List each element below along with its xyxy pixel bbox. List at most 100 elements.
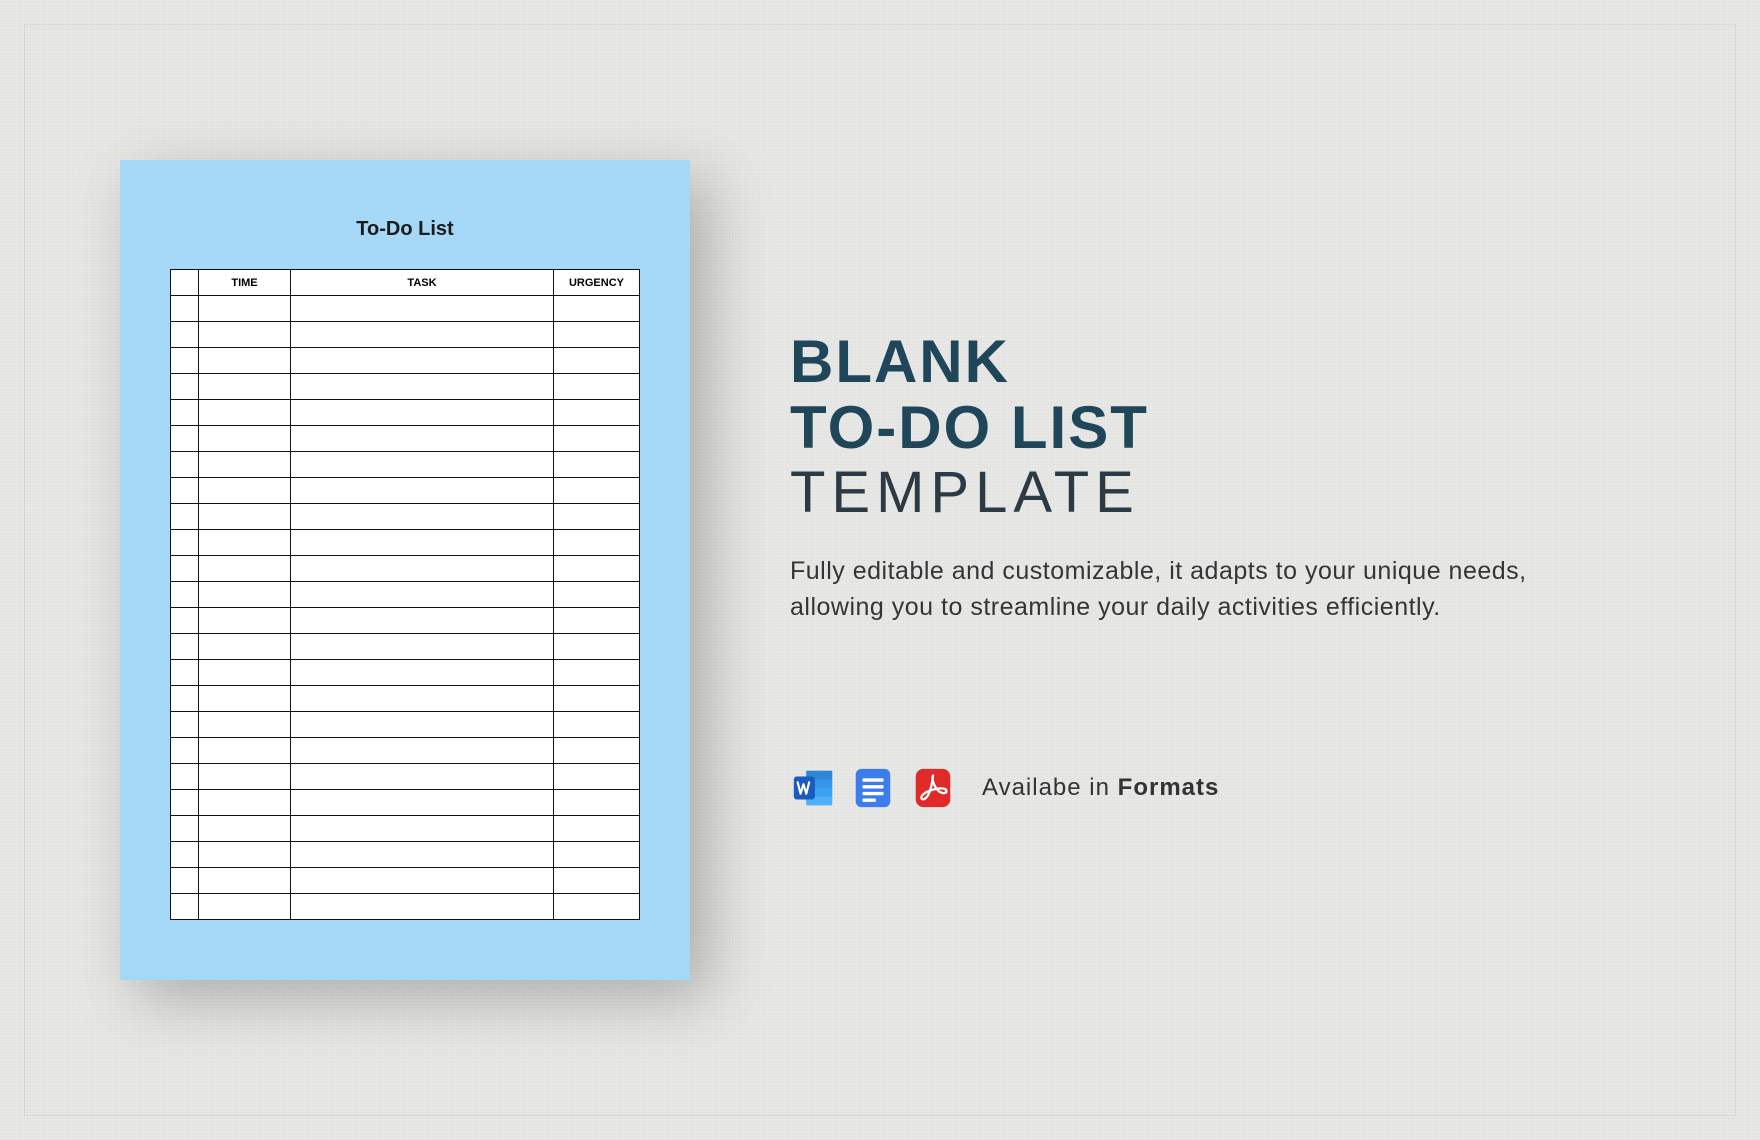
col-header-time: TIME bbox=[199, 270, 291, 296]
table-cell bbox=[291, 348, 554, 374]
table-cell bbox=[199, 738, 291, 764]
table-cell bbox=[171, 478, 199, 504]
pdf-icon bbox=[910, 765, 956, 811]
table-cell bbox=[171, 556, 199, 582]
heading-line-3: TEMPLATE bbox=[790, 461, 1550, 525]
table-header-row: TIME TASK URGENCY bbox=[171, 270, 640, 296]
heading-line-1: BLANK bbox=[790, 328, 1010, 395]
table-cell bbox=[554, 374, 640, 400]
google-docs-icon bbox=[850, 765, 896, 811]
table-cell bbox=[171, 712, 199, 738]
document-title: To-Do List bbox=[356, 218, 453, 241]
table-cell bbox=[291, 530, 554, 556]
table-cell bbox=[291, 712, 554, 738]
table-cell bbox=[199, 790, 291, 816]
table-cell bbox=[554, 504, 640, 530]
col-header-check bbox=[171, 270, 199, 296]
table-row bbox=[171, 842, 640, 868]
table-cell bbox=[199, 764, 291, 790]
table-cell bbox=[554, 712, 640, 738]
table-row bbox=[171, 790, 640, 816]
table-row bbox=[171, 634, 640, 660]
table-row bbox=[171, 556, 640, 582]
formats-label-bold: Formats bbox=[1118, 774, 1220, 801]
table-cell bbox=[199, 426, 291, 452]
table-cell bbox=[554, 686, 640, 712]
table-cell bbox=[291, 556, 554, 582]
table-row bbox=[171, 816, 640, 842]
table-row bbox=[171, 322, 640, 348]
table-row bbox=[171, 348, 640, 374]
table-cell bbox=[554, 556, 640, 582]
table-row bbox=[171, 400, 640, 426]
table-cell bbox=[171, 322, 199, 348]
table-cell bbox=[171, 374, 199, 400]
table-cell bbox=[171, 868, 199, 894]
table-cell bbox=[554, 764, 640, 790]
table-cell bbox=[554, 790, 640, 816]
table-cell bbox=[554, 842, 640, 868]
table-row bbox=[171, 426, 640, 452]
table-cell bbox=[291, 452, 554, 478]
table-cell bbox=[171, 582, 199, 608]
table-cell bbox=[171, 738, 199, 764]
table-cell bbox=[291, 634, 554, 660]
table-cell bbox=[199, 322, 291, 348]
table-cell bbox=[199, 634, 291, 660]
table-row bbox=[171, 738, 640, 764]
word-icon bbox=[790, 765, 836, 811]
table-cell bbox=[199, 452, 291, 478]
table-cell bbox=[554, 738, 640, 764]
table-cell bbox=[554, 322, 640, 348]
table-cell bbox=[171, 426, 199, 452]
todo-table: TIME TASK URGENCY bbox=[170, 269, 640, 920]
table-cell bbox=[554, 608, 640, 634]
table-cell bbox=[171, 816, 199, 842]
table-cell bbox=[199, 686, 291, 712]
table-cell bbox=[554, 530, 640, 556]
table-cell bbox=[554, 400, 640, 426]
table-cell bbox=[554, 478, 640, 504]
table-cell bbox=[199, 894, 291, 920]
table-cell bbox=[291, 764, 554, 790]
table-row bbox=[171, 608, 640, 634]
table-cell bbox=[171, 894, 199, 920]
table-cell bbox=[291, 868, 554, 894]
table-cell bbox=[199, 660, 291, 686]
table-cell bbox=[199, 400, 291, 426]
table-cell bbox=[171, 504, 199, 530]
table-cell bbox=[554, 582, 640, 608]
table-cell bbox=[171, 842, 199, 868]
table-cell bbox=[291, 582, 554, 608]
table-cell bbox=[291, 426, 554, 452]
table-row bbox=[171, 504, 640, 530]
page: To-Do List TIME TASK URGENCY bbox=[120, 160, 690, 980]
formats-row: Availabe in Formats bbox=[790, 765, 1550, 811]
template-preview: To-Do List TIME TASK URGENCY bbox=[120, 160, 690, 980]
table-cell bbox=[554, 868, 640, 894]
table-row bbox=[171, 296, 640, 322]
formats-label-prefix: Availabe in bbox=[982, 774, 1118, 801]
table-cell bbox=[171, 400, 199, 426]
table-row bbox=[171, 764, 640, 790]
table-cell bbox=[199, 374, 291, 400]
table-cell bbox=[171, 530, 199, 556]
table-cell bbox=[199, 816, 291, 842]
table-cell bbox=[199, 530, 291, 556]
heading: BLANK TO-DO LIST TEMPLATE bbox=[790, 329, 1550, 525]
table-cell bbox=[171, 764, 199, 790]
table-cell bbox=[199, 296, 291, 322]
table-cell bbox=[291, 842, 554, 868]
table-row bbox=[171, 894, 640, 920]
table-cell bbox=[199, 842, 291, 868]
table-cell bbox=[291, 504, 554, 530]
table-cell bbox=[171, 790, 199, 816]
table-row bbox=[171, 452, 640, 478]
table-row bbox=[171, 686, 640, 712]
table-row bbox=[171, 582, 640, 608]
table-cell bbox=[554, 816, 640, 842]
table-cell bbox=[199, 712, 291, 738]
table-cell bbox=[291, 608, 554, 634]
description-text: Fully editable and customizable, it adap… bbox=[790, 553, 1550, 626]
table-cell bbox=[554, 426, 640, 452]
